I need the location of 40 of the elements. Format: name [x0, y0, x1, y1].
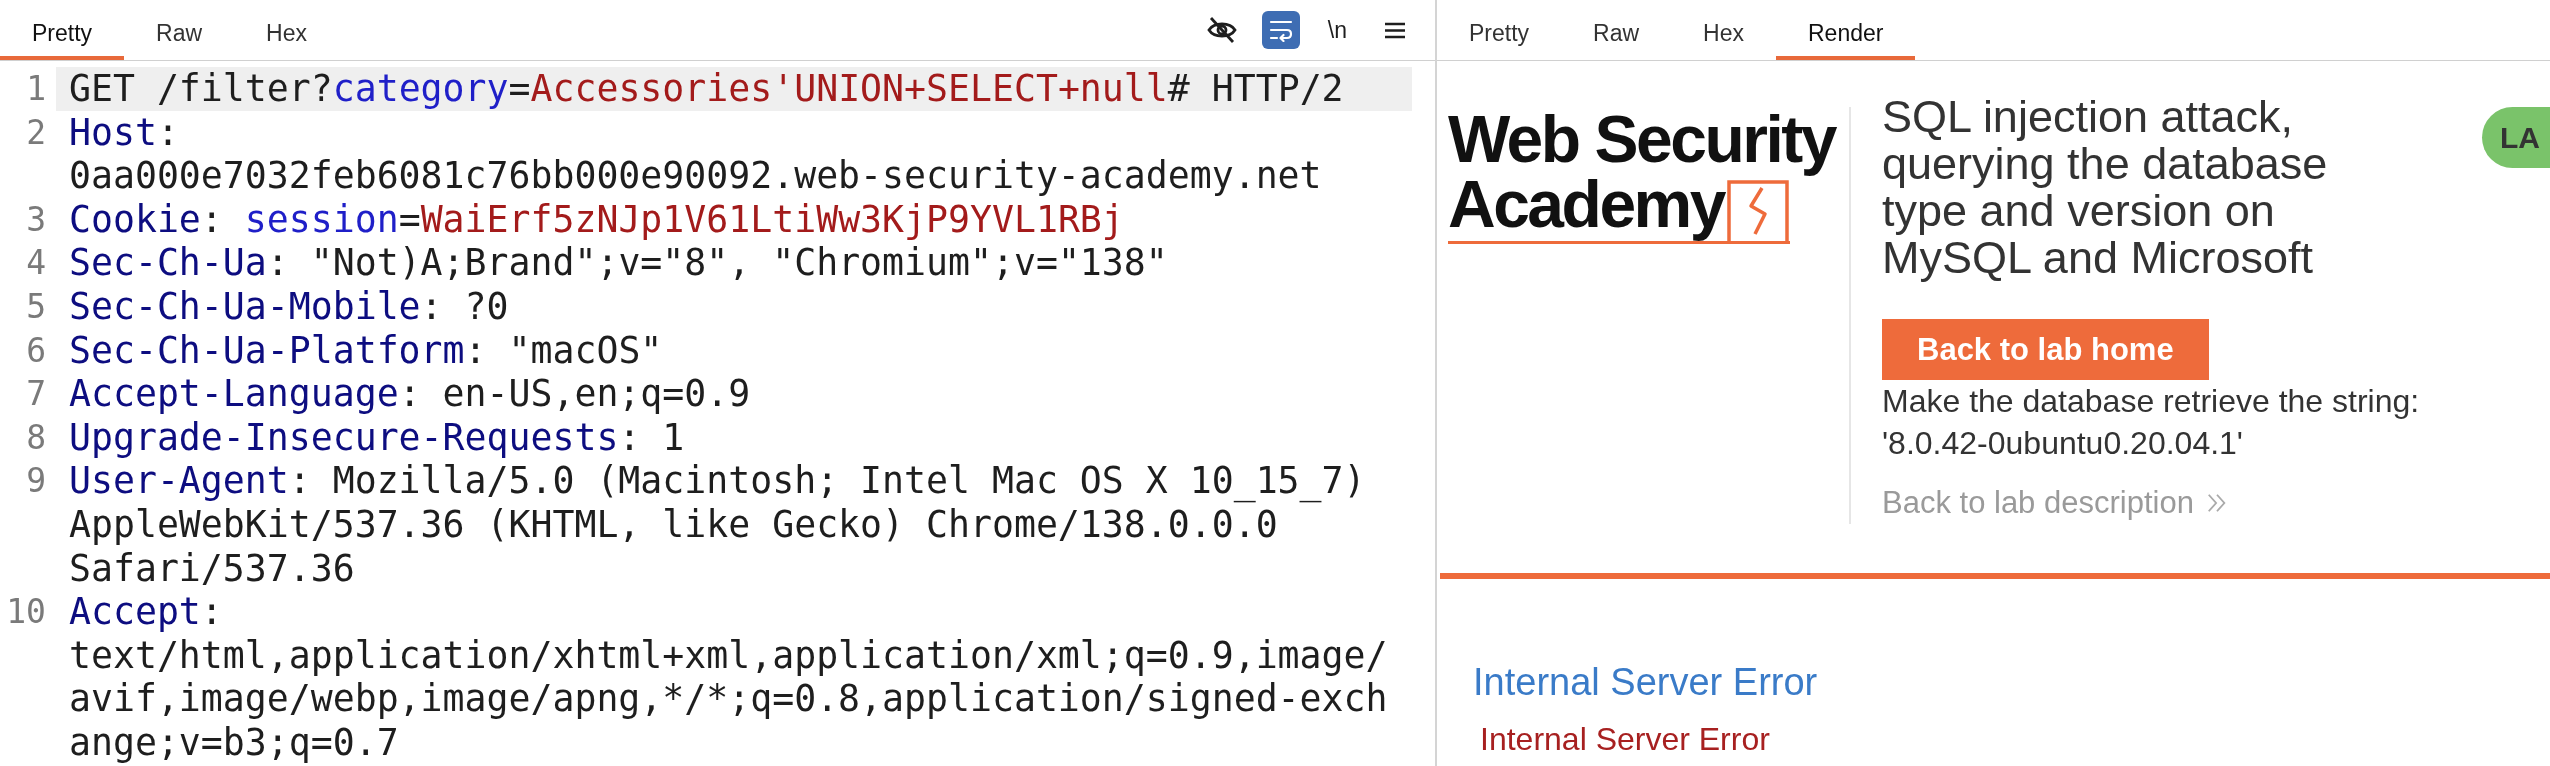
line-number: 1 [25, 68, 47, 110]
tab[interactable]: Raw [1561, 0, 1672, 60]
line-number: 6 [25, 329, 47, 372]
line-number: 3 [25, 198, 47, 241]
line-number: 4 [25, 242, 47, 285]
lab-status-badge: LA [2482, 107, 2550, 168]
error-heading: Internal Server Error [1473, 660, 1818, 704]
tab[interactable]: Pretty [0, 0, 125, 60]
lab-title: SQL injection attack, querying the database type and version on MySQL and Microsoft [1882, 93, 2329, 281]
wrap-toggle-button[interactable] [1261, 11, 1300, 49]
wrap-lines-icon [1268, 18, 1293, 42]
tab[interactable]: Pretty [1437, 0, 1562, 60]
lab-description: Make the database retrieve the string: '8.0.42-0ubuntu0.20.04.1' [1882, 382, 2421, 463]
code-line: Sec-Ch-Ua-Platform: "macOS" [69, 328, 663, 373]
code-line: Host: 0aa000e7032feb6081c76bb000e90092.web-security-academy.net [69, 110, 1322, 198]
code-line: Accept-Language: en-US,en;q=0.9 [69, 372, 751, 416]
tab[interactable]: Hex [1671, 0, 1776, 60]
menu-button[interactable] [1385, 21, 1405, 39]
eye-slash-icon [1206, 16, 1237, 44]
menu-icon [1385, 21, 1405, 39]
code-line: Accept: text/html,application/xhtml+xml,application/xml;q=0.9,image/avif,image/webp,image/apng,*/*;q=0.8,application/signed-exchange;v=b3;q=0.7 [69, 590, 1388, 765]
code-line: Sec-Ch-Ua-Mobile: ?0 [69, 284, 509, 329]
code-line: Sec-Ch-Ua: "Not)A;Brand";v="8", "Chromium";v="138" [69, 241, 1168, 285]
line-number: 2 [25, 111, 47, 154]
line-number: 9 [25, 460, 47, 503]
code-line: User-Agent: Mozilla/5.0 (Macintosh; Intel Mac OS X 10_15_7) AppleWebKit/537.36 (KHTML, like Gecko) Chrome/138.0.0.0 Safari/537.36 [69, 459, 1367, 591]
line-number: 7 [25, 373, 47, 416]
newline-toggle-button[interactable]: \n [1324, 14, 1350, 46]
hide-toggle-button[interactable] [1206, 16, 1237, 44]
line-number: 5 [25, 285, 47, 328]
tab[interactable]: Raw [124, 0, 235, 60]
error-message: Internal Server Error [1480, 720, 1770, 758]
tab[interactable]: Render [1776, 0, 1916, 60]
tab[interactable]: Hex [234, 0, 339, 60]
code-line: Upgrade-Insecure-Requests: 1 [69, 415, 685, 460]
line-number: 10 [5, 591, 47, 634]
double-chevron-icon [2205, 491, 2228, 515]
line-number: 8 [25, 416, 47, 459]
code-line: Cookie: session=WaiErf5zNJp1V61LtiWw3KjP9YVL1RBj [69, 197, 1124, 242]
code-line: GET /filter?category=Accessories'UNION+SELECT+null# HTTP/2 [69, 67, 1344, 111]
